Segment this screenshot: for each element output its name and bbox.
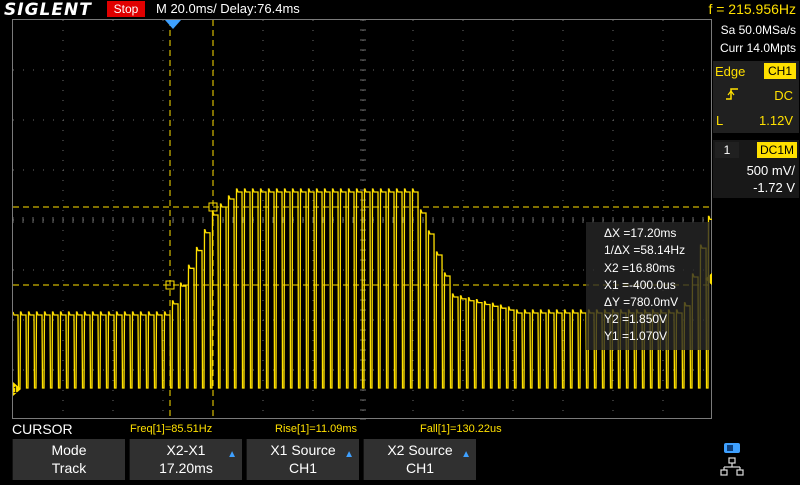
waveform-display[interactable]: 1 — [12, 19, 713, 420]
trigger-level-label: L — [716, 113, 724, 128]
timebase-readout: M 20.0ms/ Delay:76.4ms — [156, 1, 300, 16]
knob-arrow-icon: ▲ — [227, 449, 237, 460]
run-status-badge[interactable]: Stop — [107, 1, 145, 17]
softkey-x2-x1[interactable]: X2-X1 17.20ms ▲ — [129, 439, 242, 480]
cursor-y2: Y2 =1.850V — [604, 312, 668, 326]
softkey-mode-label: Mode — [51, 442, 87, 458]
menu-title: CURSOR — [12, 421, 73, 437]
brand-logo: SIGLENT — [4, 0, 92, 20]
channel-offset: -1.72 V — [753, 180, 795, 195]
cursor-delta-y: ΔY =780.0mV — [604, 295, 679, 309]
knob-arrow-icon: ▲ — [461, 449, 471, 460]
trigger-coupling: DC — [774, 88, 793, 103]
memory-depth: Curr 14.0Mpts — [719, 41, 796, 55]
measurement-fall: Fall[1]=130.22us — [420, 423, 502, 435]
cursor-readout-box: ΔX =17.20ms 1/ΔX =58.14Hz X2 =16.80ms X1… — [586, 222, 710, 350]
channel-ground-label: 1 — [13, 385, 18, 395]
rising-edge-icon — [725, 87, 739, 104]
network-icon — [720, 457, 744, 476]
trigger-panel[interactable]: Edge CH1 DC L 1.12V — [713, 61, 799, 133]
softkey-x1-source-value: CH1 — [288, 460, 317, 476]
top-status-bar: SIGLENT Stop M 20.0ms/ Delay:76.4ms f = … — [0, 0, 800, 20]
softkey-x1-source[interactable]: X1 Source CH1 ▲ — [246, 439, 359, 480]
knob-arrow-icon: ▲ — [344, 449, 354, 460]
status-icons — [718, 440, 748, 480]
measurement-freq: Freq[1]=85.51Hz — [130, 423, 213, 435]
softkey-x2-x1-value: 17.20ms — [159, 460, 213, 476]
trigger-source: CH1 — [763, 63, 796, 79]
channel-1-panel[interactable]: 1 DC1M 500 mV/ -1.72 V — [713, 140, 799, 198]
trigger-level: 1.12V — [759, 113, 793, 128]
softkey-x1-source-label: X1 Source — [270, 442, 336, 458]
sample-rate: Sa 50.0MSa/s — [720, 23, 796, 37]
usb-storage-icon — [724, 443, 740, 453]
cursor-delta-x: ΔX =17.20ms — [604, 226, 677, 240]
softkey-mode[interactable]: Mode Track — [12, 439, 125, 480]
trigger-mode: Edge — [715, 64, 746, 79]
trigger-position-marker — [165, 20, 181, 29]
cursor-x2: X2 =16.80ms — [604, 261, 676, 275]
softkey-x2-source[interactable]: X2 Source CH1 ▲ — [363, 439, 476, 480]
cursor-x1: X1 =-400.0us — [604, 278, 676, 292]
frequency-counter-readout: f = 215.956Hz — [708, 1, 796, 17]
channel-coupling: DC1M — [756, 142, 797, 158]
channel-scale: 500 mV/ — [746, 163, 795, 178]
cursor-inverse-delta-x: 1/ΔX =58.14Hz — [604, 243, 686, 257]
softkey-x2-source-value: CH1 — [405, 460, 434, 476]
channel-number: 1 — [715, 142, 739, 158]
waveform-canvas: 1 — [13, 20, 713, 420]
cursor-y1: Y1 =1.070V — [604, 329, 668, 343]
softkey-x2-x1-label: X2-X1 — [166, 442, 206, 458]
softkey-x2-source-label: X2 Source — [387, 442, 453, 458]
measurement-rise: Rise[1]=11.09ms — [275, 423, 358, 435]
softkey-mode-value: Track — [51, 460, 87, 476]
